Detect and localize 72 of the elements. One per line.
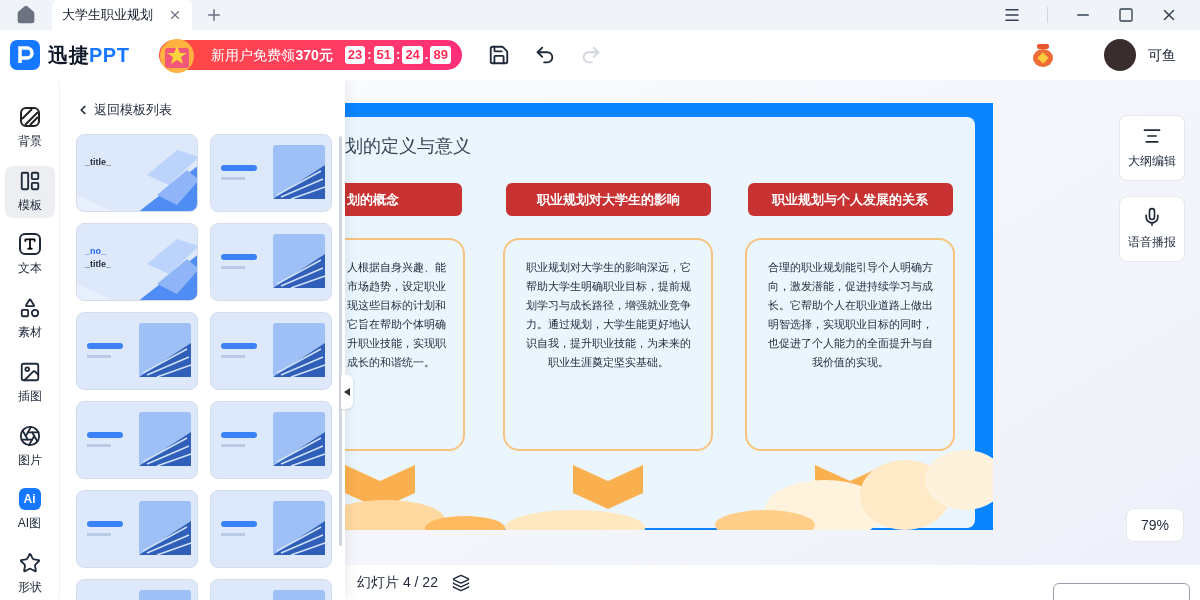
toolbar-item[interactable]: 图片	[4, 420, 55, 473]
shapes-icon	[18, 297, 41, 320]
section-text: 人根据自身兴趣、能 市场趋势，设定职业 现这些目标的计划和 它旨在帮助个体明确 升职业技能，实现职 成长的和谐统一。	[346, 260, 447, 370]
toolbar-item[interactable]: Ai AI图	[4, 484, 55, 537]
countdown-digits: 51	[373, 46, 395, 64]
layout-icon	[18, 169, 41, 192]
side-tool-button[interactable]: 大纲编辑	[1119, 115, 1185, 181]
close-icon[interactable]	[168, 8, 182, 22]
maximize-icon[interactable]	[1118, 7, 1134, 23]
toolbar-item[interactable]: 文本	[4, 229, 55, 282]
cloud	[925, 450, 993, 510]
toolbar-item[interactable]: 插图	[4, 357, 55, 409]
user-name: 可鱼	[1148, 45, 1176, 65]
zoom-level-button[interactable]: 79%	[1126, 508, 1184, 542]
promo-banner[interactable]: 新用户免费领370元 23 : 51 : 24 . 89	[159, 40, 463, 70]
template-thumbnail[interactable]: _no_ _title_	[76, 222, 198, 301]
menu-icon[interactable]	[1003, 6, 1021, 24]
app-logo-text: 迅捷PPT	[48, 43, 130, 68]
section-heading: 职业规划与个人发展的关系	[747, 183, 953, 216]
image-icon	[18, 360, 41, 383]
countdown-separator: .	[424, 46, 429, 65]
thumbnail-text: _title_	[85, 156, 111, 168]
template-thumbnail[interactable]	[76, 311, 198, 390]
countdown-digits: 24	[402, 46, 423, 64]
tab-title: 大学生职业规划	[62, 6, 153, 25]
scrollbar[interactable]	[339, 136, 342, 546]
toolbar-item[interactable]: 素材	[4, 293, 55, 345]
promo-text: 新用户免费领370元	[211, 45, 333, 65]
toolbar-item[interactable]: 模板	[4, 165, 55, 218]
logo-icon	[10, 40, 40, 70]
template-thumbnail[interactable]	[210, 133, 332, 212]
star-icon	[18, 552, 41, 575]
countdown-separator: :	[367, 46, 372, 65]
toolbar-item[interactable]: 形状	[4, 548, 55, 600]
outline-icon	[1142, 126, 1162, 146]
building-drawing	[139, 589, 191, 600]
section-text: 合理的职业规划能引导个人明确方 向，激发潜能，促进持续学习与成 长。它帮助个人在职业道路上做出 明智选择，实现职业目标的同时， 也促进了个人能力的全面提升与自 我价值的实现。	[766, 260, 934, 370]
countdown-digits: 23	[344, 46, 366, 64]
side-tool-button[interactable]: 语音播报	[1119, 196, 1185, 262]
countdown-separator: :	[396, 46, 401, 65]
aperture-icon	[18, 424, 41, 447]
money-pot-icon[interactable]	[1032, 43, 1054, 67]
slide-counter: 幻灯片 4 / 22	[357, 573, 438, 592]
collapse-handle[interactable]	[341, 375, 353, 409]
slide-title: 划的定义与意义	[345, 135, 472, 158]
save-icon	[488, 44, 511, 66]
hatched-square-icon	[18, 105, 41, 128]
template-thumbnail[interactable]	[210, 489, 332, 568]
text-icon	[18, 233, 41, 256]
back-link[interactable]: 返回模板列表	[76, 100, 172, 120]
section-text: 职业规划对大学生的影响深远，它 帮助大学生明确职业目标，提前规 划学习与成长路径，增强就业竞争 力。通过规划，大学生能更好地认 识自我，提升职业技能，为未来的 职业生涯奠定坚实基础。	[524, 260, 692, 370]
toolbar-item[interactable]: 背景	[4, 102, 55, 154]
template-thumbnail[interactable]	[210, 311, 332, 390]
document-tab[interactable]: 大学生职业规划	[52, 0, 192, 30]
user-avatar[interactable]	[1104, 39, 1136, 71]
template-thumbnail[interactable]: _title_	[76, 133, 198, 212]
section-heading: 职业规划对大学生的影响	[505, 183, 711, 216]
plus-icon	[205, 6, 223, 24]
template-thumbnail[interactable]	[76, 400, 198, 479]
microphone-icon	[1142, 207, 1162, 227]
template-thumbnail[interactable]	[76, 489, 198, 568]
template-thumbnail[interactable]	[210, 222, 332, 301]
home-icon	[16, 5, 36, 25]
countdown-digits: 89	[430, 46, 451, 64]
section-heading: 划的概念	[345, 183, 462, 216]
layers-icon[interactable]	[451, 573, 470, 592]
ai-icon: Ai	[18, 488, 41, 511]
thumbnail-text: _no_	[85, 245, 106, 257]
building-drawing	[273, 589, 325, 600]
thumbnail-text: _title_	[85, 258, 111, 270]
template-thumbnail[interactable]	[210, 400, 332, 479]
chevron-drawing	[573, 465, 643, 509]
